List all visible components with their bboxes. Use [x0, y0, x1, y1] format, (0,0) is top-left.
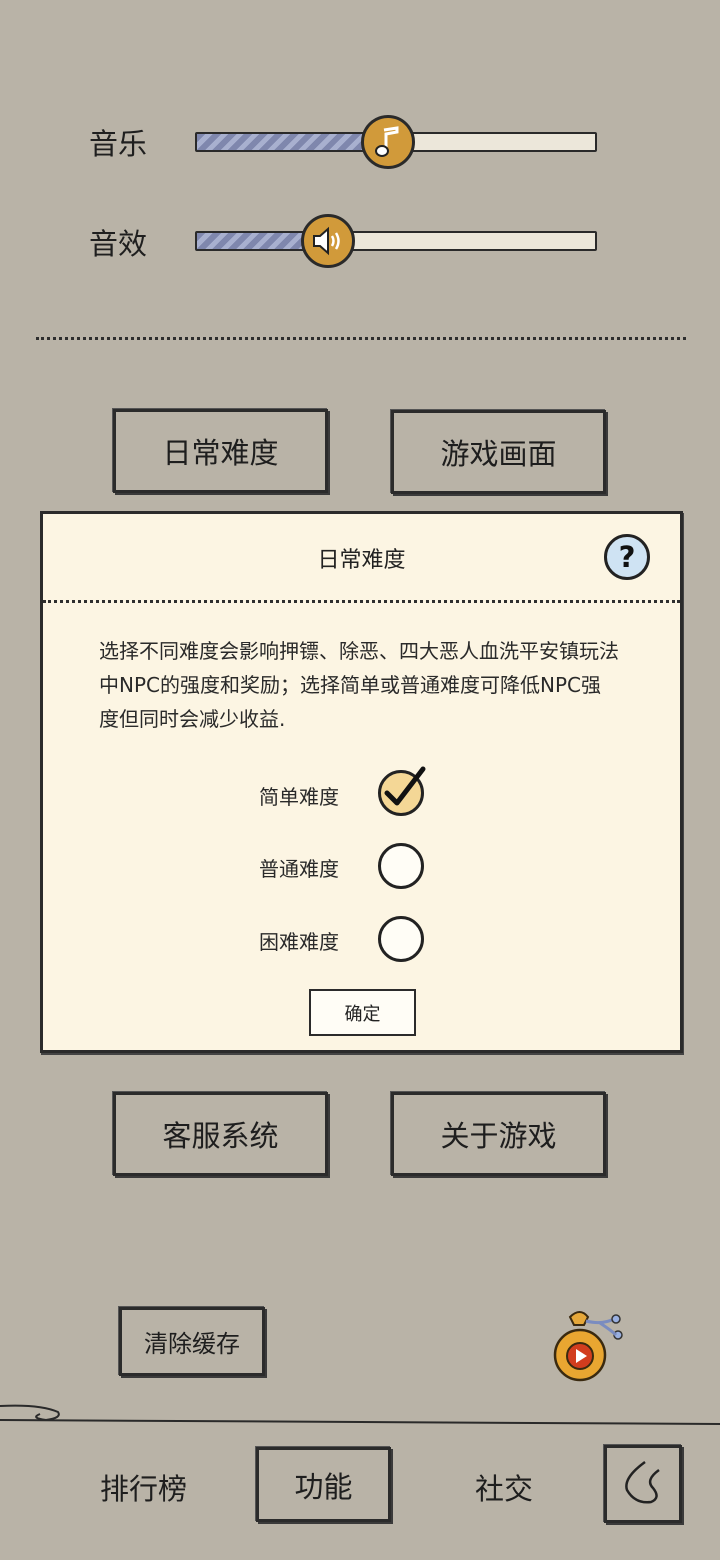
- section-divider: [36, 337, 686, 340]
- option-easy-label: 简单难度: [259, 785, 339, 809]
- curved-back-icon: [625, 1460, 660, 1504]
- option-hard-label: 困难难度: [259, 930, 339, 954]
- option-easy-radio[interactable]: [378, 766, 426, 816]
- nav-social[interactable]: 社交: [475, 1466, 533, 1508]
- difficulty-description: 选择不同难度会影响押镖、除恶、四大恶人血洗平安镇玩法中NPC的强度和奖励；选择简…: [99, 639, 619, 731]
- music-label: 音乐: [89, 127, 148, 161]
- money-bag-play-icon[interactable]: [550, 1305, 626, 1385]
- music-note-icon: [374, 126, 399, 157]
- confirm-button[interactable]: 确定: [309, 989, 416, 1036]
- option-hard-radio[interactable]: [378, 916, 424, 962]
- daily-difficulty-button[interactable]: 日常难度: [113, 409, 328, 493]
- nav-functions[interactable]: 功能: [256, 1447, 391, 1522]
- sfx-slider[interactable]: [195, 231, 597, 251]
- music-slider-fill: [197, 134, 389, 150]
- sfx-knob[interactable]: [300, 214, 355, 268]
- ground-line: [0, 1404, 720, 1425]
- checkmark-icon: [384, 766, 426, 806]
- sfx-label: 音效: [89, 227, 148, 261]
- dialog-title: 日常难度: [317, 548, 406, 573]
- nav-ranking[interactable]: 排行榜: [100, 1466, 187, 1508]
- difficulty-dialog: 日常难度 ? 选择不同难度会影响押镖、除恶、四大恶人血洗平安镇玩法中NPC的强度…: [40, 511, 683, 1053]
- clear-cache-button[interactable]: 清除缓存: [119, 1307, 265, 1376]
- option-normal-label: 普通难度: [259, 857, 339, 881]
- speaker-icon: [312, 226, 340, 256]
- option-normal-radio[interactable]: [378, 843, 424, 889]
- dialog-divider: [43, 600, 680, 603]
- game-display-button[interactable]: 游戏画面: [391, 410, 606, 494]
- back-button[interactable]: [604, 1445, 682, 1523]
- customer-service-button[interactable]: 客服系统: [113, 1092, 328, 1176]
- help-icon[interactable]: ?: [604, 534, 650, 580]
- about-game-button[interactable]: 关于游戏: [391, 1092, 606, 1176]
- music-knob[interactable]: [360, 115, 415, 169]
